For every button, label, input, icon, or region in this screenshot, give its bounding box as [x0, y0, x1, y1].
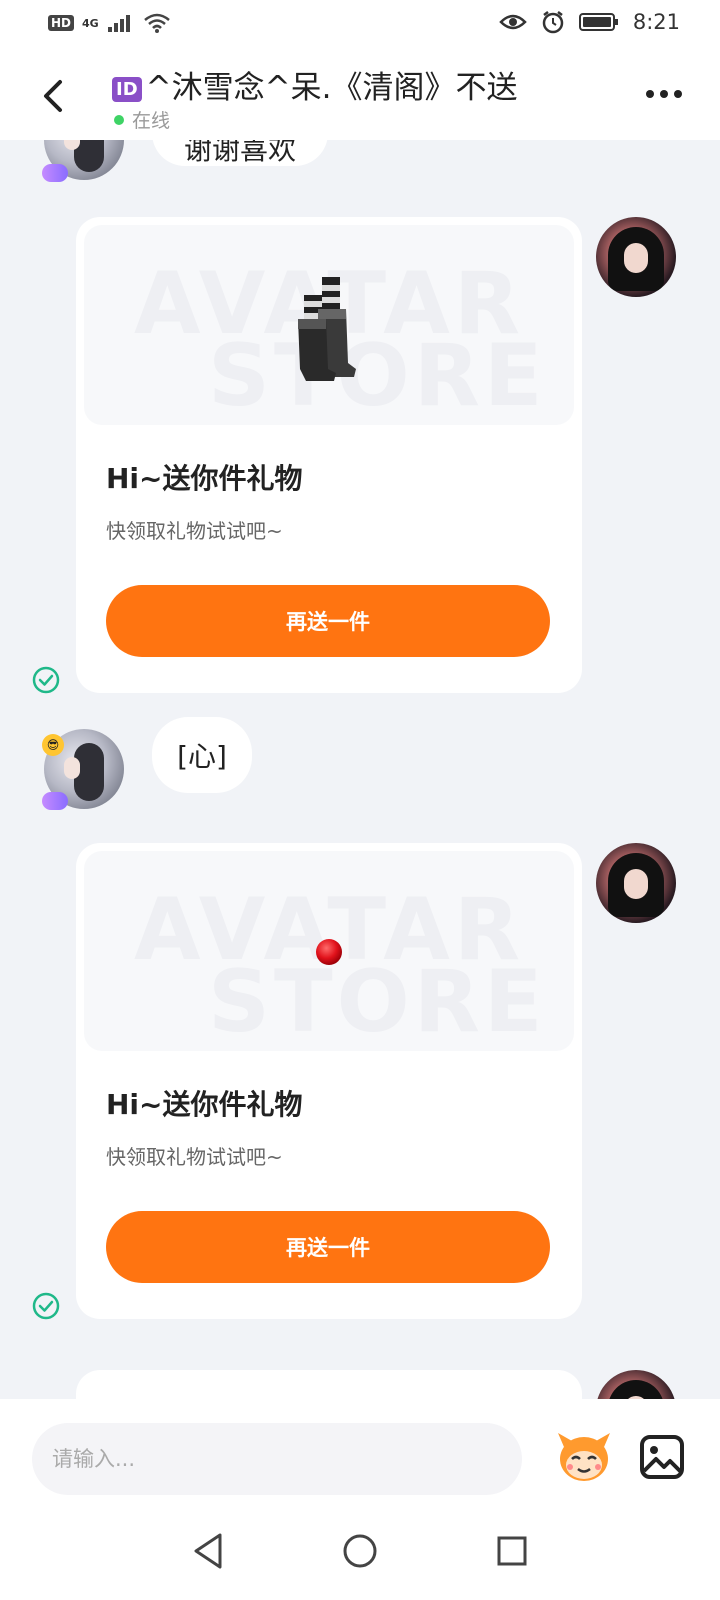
gift-card[interactable] — [76, 1370, 582, 1399]
status-bar: HD 4G 8:21 — [0, 0, 720, 48]
emoji-mascot-icon[interactable] — [554, 1429, 614, 1485]
hd-icon: HD — [48, 15, 75, 31]
gift-title: Hi~送你件礼物 — [106, 1088, 303, 1121]
signal-icon — [107, 15, 130, 32]
gift-title: Hi~送你件礼物 — [106, 462, 303, 495]
send-another-button[interactable]: 再送一件 — [106, 585, 550, 657]
watermark-store: STORE — [208, 952, 547, 1051]
sunglasses-emoji-icon: 😎 — [42, 734, 64, 756]
chat-title: ID ^沐雪念^呆.《清阁》不送 — [112, 62, 517, 107]
send-another-button[interactable]: 再送一件 — [106, 1211, 550, 1283]
boots-icon — [298, 277, 356, 381]
back-arrow-icon[interactable] — [38, 76, 70, 116]
read-check-icon — [32, 666, 60, 694]
battery-icon — [578, 13, 618, 31]
gift-subtitle: 快领取礼物试试吧~ — [106, 519, 283, 543]
gift-card[interactable]: AVATAR STORE Hi~送你件礼物 快领取礼物试试吧~ 再送一件 — [76, 843, 582, 1319]
contact-name: ^沐雪念^呆.《清阁》不送 — [145, 70, 518, 106]
my-avatar[interactable] — [596, 217, 676, 297]
gift-preview: AVATAR STORE — [84, 225, 574, 425]
eye-icon — [499, 14, 527, 30]
nav-back-icon[interactable] — [190, 1531, 226, 1571]
avatar-badge-icon — [42, 164, 68, 182]
status-right: 8:21 — [499, 10, 680, 34]
online-dot-icon — [114, 114, 124, 125]
system-nav-bar — [0, 1509, 720, 1600]
red-nose-icon — [316, 939, 342, 965]
gift-card[interactable]: AVATAR STORE Hi~送你件礼物 快领取礼物试试吧~ 再送一件 — [76, 217, 582, 693]
read-check-icon — [32, 1292, 60, 1320]
message-bubble[interactable]: 谢谢喜欢 — [152, 140, 328, 166]
chat-header: ID ^沐雪念^呆.《清阁》不送 在线 — [0, 48, 720, 140]
network-type: 4G — [82, 16, 99, 30]
my-avatar[interactable] — [596, 843, 676, 923]
input-bar — [0, 1399, 720, 1509]
message-bubble[interactable]: [心] — [152, 717, 252, 793]
nav-home-icon[interactable] — [342, 1533, 378, 1569]
gift-preview: AVATAR STORE — [84, 851, 574, 1051]
clock: 8:21 — [632, 10, 680, 34]
my-avatar[interactable] — [596, 1370, 676, 1399]
message-text: 谢谢喜欢 — [183, 140, 296, 166]
status-left: HD 4G — [48, 12, 171, 34]
alarm-icon — [542, 11, 564, 34]
wifi-icon — [143, 13, 170, 33]
online-status-label: 在线 — [132, 110, 171, 132]
watermark-store: STORE — [208, 326, 547, 425]
nav-recent-apps-icon[interactable] — [496, 1535, 528, 1567]
online-status: 在线 — [114, 106, 170, 133]
message-text: [心] — [177, 740, 227, 773]
image-picker-icon[interactable] — [638, 1433, 686, 1481]
more-options-icon[interactable] — [646, 90, 682, 98]
avatar-badge-icon — [42, 792, 68, 810]
gift-subtitle: 快领取礼物试试吧~ — [106, 1145, 283, 1169]
message-input[interactable] — [32, 1423, 522, 1495]
chat-messages[interactable]: 谢谢喜欢 AVATAR STORE Hi~送 — [0, 140, 720, 1399]
id-badge-icon: ID — [112, 77, 142, 102]
